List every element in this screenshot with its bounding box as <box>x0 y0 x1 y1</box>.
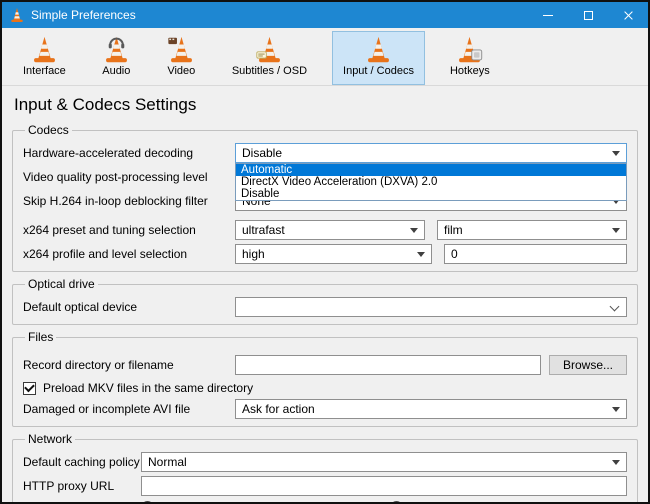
dropdown-arrow-icon <box>612 228 620 233</box>
tab-label: Hotkeys <box>450 65 490 77</box>
hotkeys-icon <box>455 35 484 64</box>
dropdown-arrow-icon <box>410 228 418 233</box>
preferences-window: Simple Preferences Interface Audio <box>0 0 650 504</box>
titlebar: Simple Preferences <box>2 2 648 28</box>
live555-transport-row: Live555 stream transport HTTP (default) … <box>23 500 627 502</box>
subtitles-icon <box>255 35 284 64</box>
chevron-down-icon <box>610 302 620 312</box>
damaged-avi-combobox[interactable]: Ask for action <box>235 399 627 419</box>
hardware-decoding-dropdown-list: Automatic DirectX Video Acceleration (DX… <box>235 163 627 201</box>
damaged-avi-label: Damaged or incomplete AVI file <box>23 402 235 416</box>
tab-input-codecs[interactable]: Input / Codecs <box>332 31 425 85</box>
optical-device-row: Default optical device <box>23 297 627 317</box>
dropdown-option-dxva[interactable]: DirectX Video Acceleration (DXVA) 2.0 <box>236 176 626 188</box>
tab-hotkeys[interactable]: Hotkeys <box>439 31 501 85</box>
optical-drive-group: Optical drive Default optical device <box>12 277 638 325</box>
x264-profile-row: x264 profile and level selection high <box>23 244 627 264</box>
radio-option-http[interactable]: HTTP (default) <box>141 500 238 502</box>
hardware-decoding-row: Hardware-accelerated decoding Disable Au… <box>23 143 627 163</box>
network-group: Network Default caching policy Normal HT… <box>12 432 638 502</box>
minimize-icon <box>543 15 553 16</box>
radio-rtp-label: RTP over RTSP (TCP) <box>409 500 529 502</box>
preload-mkv-label: Preload MKV files in the same directory <box>43 381 253 395</box>
codecs-group-title: Codecs <box>25 123 72 137</box>
caching-policy-row: Default caching policy Normal <box>23 452 627 472</box>
tab-label: Video <box>167 65 195 77</box>
http-proxy-label: HTTP proxy URL <box>23 479 141 493</box>
dropdown-arrow-icon <box>612 151 620 156</box>
x264-preset-value: ultrafast <box>242 223 285 237</box>
post-processing-label: Video quality post-processing level <box>23 170 235 184</box>
preferences-toolbar: Interface Audio Video Subtitl <box>2 28 648 86</box>
hardware-decoding-combobox[interactable]: Disable Automatic DirectX Video Accelera… <box>235 143 627 163</box>
record-directory-input[interactable] <box>235 355 541 375</box>
caching-policy-value: Normal <box>148 455 187 469</box>
optical-drive-group-title: Optical drive <box>25 277 98 291</box>
deblocking-label: Skip H.264 in-loop deblocking filter <box>23 194 235 208</box>
files-group-title: Files <box>25 330 56 344</box>
dropdown-arrow-icon <box>417 252 425 257</box>
tab-label: Input / Codecs <box>343 65 414 77</box>
x264-preset-row: x264 preset and tuning selection ultrafa… <box>23 220 627 240</box>
page-title: Input & Codecs Settings <box>14 95 636 115</box>
window-title: Simple Preferences <box>31 8 136 22</box>
x264-profile-combobox[interactable]: high <box>235 244 432 264</box>
browse-button[interactable]: Browse... <box>549 355 627 375</box>
tab-label: Interface <box>23 65 66 77</box>
x264-tuning-combobox[interactable]: film <box>437 220 627 240</box>
dropdown-arrow-icon <box>612 460 620 465</box>
minimize-button[interactable] <box>528 2 568 28</box>
tab-label: Audio <box>102 65 130 77</box>
dropdown-option-disable[interactable]: Disable <box>236 188 626 200</box>
hardware-decoding-label: Hardware-accelerated decoding <box>23 146 235 160</box>
x264-profile-value: high <box>242 247 265 261</box>
audio-icon <box>102 35 131 64</box>
x264-profile-label: x264 profile and level selection <box>23 247 235 261</box>
record-directory-label: Record directory or filename <box>23 358 235 372</box>
dropdown-option-automatic[interactable]: Automatic <box>236 164 626 176</box>
tab-interface[interactable]: Interface <box>12 31 77 85</box>
tab-audio[interactable]: Audio <box>91 31 142 85</box>
damaged-avi-row: Damaged or incomplete AVI file Ask for a… <box>23 399 627 419</box>
preload-mkv-checkbox[interactable] <box>23 382 36 395</box>
tab-subtitles-osd[interactable]: Subtitles / OSD <box>221 31 318 85</box>
tab-video[interactable]: Video <box>156 31 207 85</box>
record-directory-row: Record directory or filename Browse... <box>23 355 627 375</box>
damaged-avi-value: Ask for action <box>242 402 315 416</box>
maximize-icon <box>584 11 593 20</box>
network-group-title: Network <box>25 432 75 446</box>
x264-preset-combobox[interactable]: ultrafast <box>235 220 425 240</box>
optical-device-combobox[interactable] <box>235 297 627 317</box>
close-icon <box>623 10 634 21</box>
live555-transport-options: HTTP (default) RTP over RTSP (TCP) <box>141 500 627 502</box>
caching-policy-combobox[interactable]: Normal <box>141 452 627 472</box>
hardware-decoding-value: Disable <box>242 146 282 160</box>
optical-device-label: Default optical device <box>23 300 235 314</box>
x264-tuning-value: film <box>444 223 463 237</box>
video-icon <box>167 35 196 64</box>
settings-panel: Input & Codecs Settings Codecs Hardware-… <box>2 86 648 502</box>
x264-level-input[interactable] <box>444 244 627 264</box>
input-codecs-icon <box>364 35 393 64</box>
vlc-cone-icon <box>9 7 25 23</box>
tab-label: Subtitles / OSD <box>232 65 307 77</box>
x264-preset-label: x264 preset and tuning selection <box>23 223 235 237</box>
maximize-button[interactable] <box>568 2 608 28</box>
files-group: Files Record directory or filename Brows… <box>12 330 638 427</box>
radio-option-rtp-over-rtsp[interactable]: RTP over RTSP (TCP) <box>390 500 529 502</box>
interface-icon <box>30 35 59 64</box>
http-proxy-input[interactable] <box>141 476 627 496</box>
http-proxy-row: HTTP proxy URL <box>23 476 627 496</box>
radio-rtp-icon <box>390 501 403 503</box>
live555-transport-label: Live555 stream transport <box>23 500 141 502</box>
caption-buttons <box>528 2 648 28</box>
radio-http-label: HTTP (default) <box>160 500 238 502</box>
caching-policy-label: Default caching policy <box>23 455 141 469</box>
dropdown-arrow-icon <box>612 407 620 412</box>
preload-mkv-row: Preload MKV files in the same directory <box>23 381 627 395</box>
codecs-group: Codecs Hardware-accelerated decoding Dis… <box>12 123 638 272</box>
radio-http-icon <box>141 501 154 503</box>
close-button[interactable] <box>608 2 648 28</box>
